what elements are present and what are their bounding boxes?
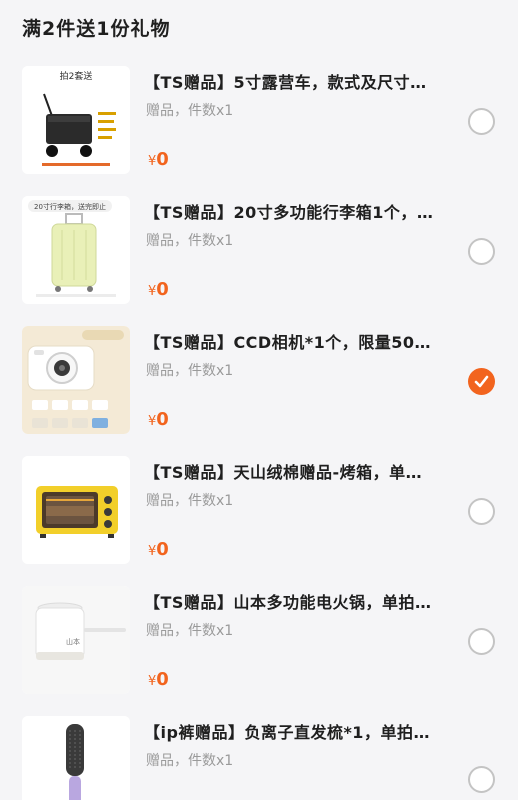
thumb-caption: 山本 bbox=[66, 637, 80, 646]
item-price: ¥0 bbox=[148, 409, 169, 430]
item-title: 【ip裤赠品】负离子直发梳*1，单拍… bbox=[144, 723, 430, 742]
item-title: 【TS赠品】5寸露营车，款式及尺寸… bbox=[144, 73, 427, 92]
item-subtitle: 赠品，件数x1 bbox=[146, 233, 234, 249]
price-value: 0 bbox=[156, 409, 169, 430]
list-item[interactable]: 山本 【TS赠品】山本多功能电火锅，单拍… 赠品，件数x1 ¥0 bbox=[0, 576, 518, 706]
list-item[interactable]: 【TS赠品】CCD相机*1个，限量50… 赠品，件数x1 ¥0 bbox=[0, 316, 518, 446]
checkmark-icon bbox=[474, 375, 489, 388]
list-item[interactable]: 拍2套送 【TS赠品】5寸露营车，款式及尺寸… 赠品，件数x1 ¥0 bbox=[0, 56, 518, 186]
item-subtitle: 赠品，件数x1 bbox=[146, 493, 234, 509]
price-value: 0 bbox=[156, 539, 169, 560]
select-radio[interactable] bbox=[468, 766, 495, 793]
list-item[interactable]: 【TS赠品】天山绒棉赠品-烤箱，单… 赠品，件数x1 ¥0 bbox=[0, 446, 518, 576]
item-price: ¥0 bbox=[148, 149, 169, 170]
product-thumbnail[interactable] bbox=[22, 456, 130, 564]
list-item[interactable]: 20寸行李箱，送完即止 【TS赠品】20寸多功能行李箱1个，… 赠品，件数x1 … bbox=[0, 186, 518, 316]
item-subtitle: 赠品，件数x1 bbox=[146, 623, 234, 639]
item-subtitle: 赠品，件数x1 bbox=[146, 363, 234, 379]
list-item[interactable]: 【ip裤赠品】负离子直发梳*1，单拍… 赠品，件数x1 bbox=[0, 706, 518, 800]
camera-icon bbox=[22, 326, 130, 434]
select-radio-checked[interactable] bbox=[468, 368, 495, 395]
product-thumbnail[interactable] bbox=[22, 716, 130, 800]
product-thumbnail[interactable] bbox=[22, 326, 130, 434]
item-title: 【TS赠品】山本多功能电火锅，单拍… bbox=[144, 593, 432, 612]
select-radio[interactable] bbox=[468, 238, 495, 265]
item-price: ¥0 bbox=[148, 279, 169, 300]
price-value: 0 bbox=[156, 279, 169, 300]
camping-cart-icon: 拍2套送 bbox=[22, 66, 130, 174]
header: 满2件送1份礼物 bbox=[0, 0, 518, 56]
luggage-icon: 20寸行李箱，送完即止 bbox=[22, 196, 130, 304]
thumb-caption: 拍2套送 bbox=[60, 70, 93, 82]
select-radio[interactable] bbox=[468, 108, 495, 135]
item-subtitle: 赠品，件数x1 bbox=[146, 753, 234, 769]
product-thumbnail[interactable]: 20寸行李箱，送完即止 bbox=[22, 196, 130, 304]
item-title: 【TS赠品】CCD相机*1个，限量50… bbox=[144, 333, 431, 352]
item-title: 【TS赠品】20寸多功能行李箱1个，… bbox=[144, 203, 434, 222]
select-radio[interactable] bbox=[468, 628, 495, 655]
hair-brush-icon bbox=[22, 716, 130, 800]
item-title: 【TS赠品】天山绒棉赠品-烤箱，单… bbox=[144, 463, 423, 482]
product-thumbnail[interactable]: 拍2套送 bbox=[22, 66, 130, 174]
thumb-caption: 20寸行李箱，送完即止 bbox=[34, 202, 106, 211]
page-title: 满2件送1份礼物 bbox=[22, 18, 171, 40]
item-subtitle: 赠品，件数x1 bbox=[146, 103, 234, 119]
price-value: 0 bbox=[156, 669, 169, 690]
price-value: 0 bbox=[156, 149, 169, 170]
item-price: ¥0 bbox=[148, 539, 169, 560]
product-thumbnail[interactable]: 山本 bbox=[22, 586, 130, 694]
oven-icon bbox=[22, 456, 130, 564]
hot-pot-icon: 山本 bbox=[22, 586, 130, 694]
select-radio[interactable] bbox=[468, 498, 495, 525]
item-price: ¥0 bbox=[148, 669, 169, 690]
